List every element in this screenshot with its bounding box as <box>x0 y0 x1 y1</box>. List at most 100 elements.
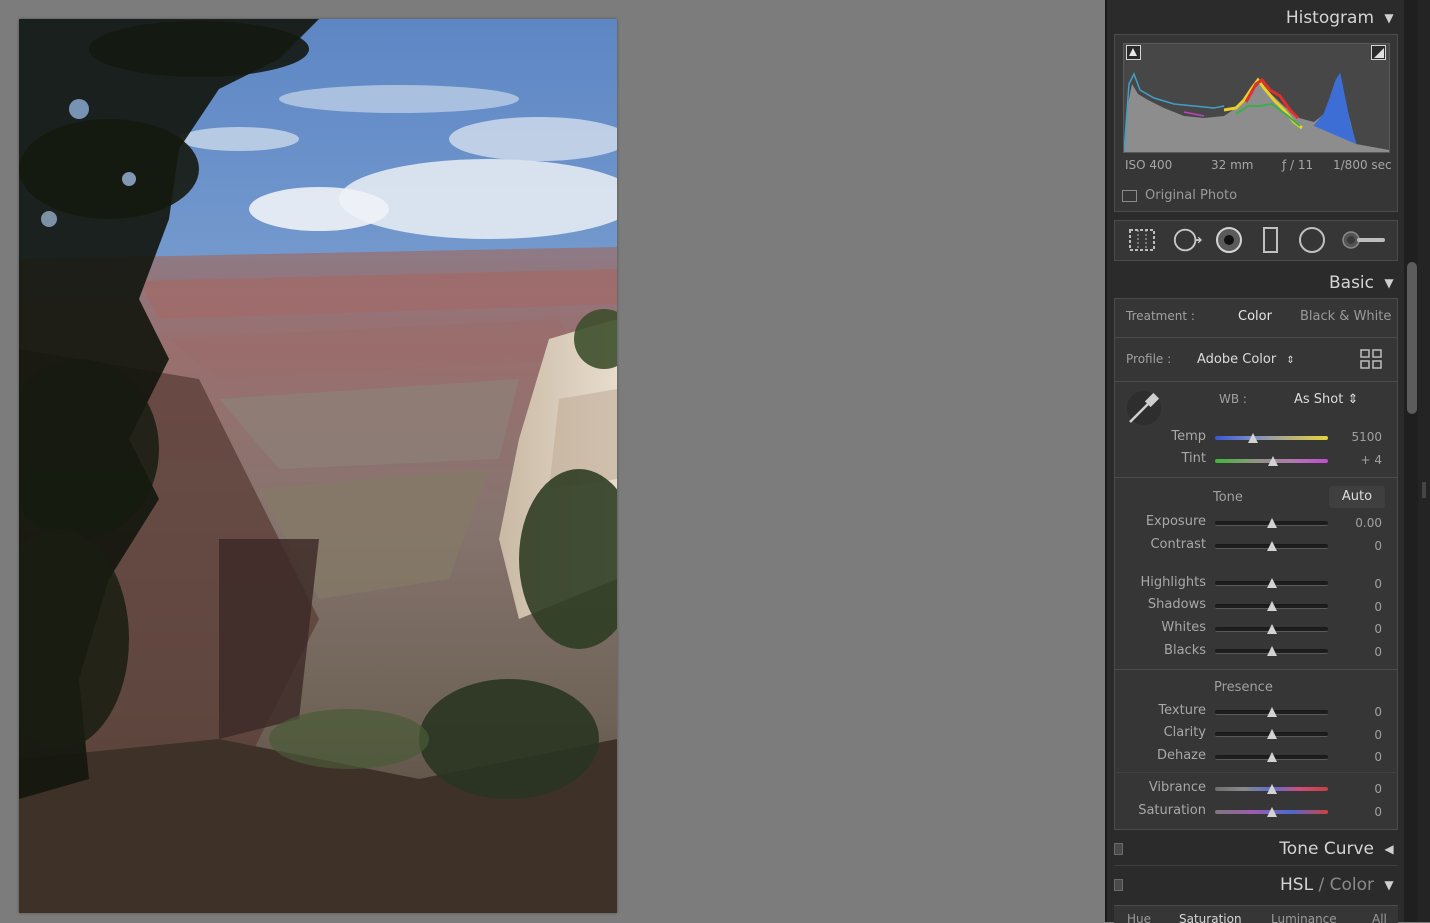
dehaze-label: Dehaze <box>1156 748 1206 763</box>
tint-slider[interactable] <box>1215 456 1328 466</box>
exif-focal-length: 32 mm <box>1211 158 1254 172</box>
collapse-triangle-icon[interactable]: ▼ <box>1383 276 1395 290</box>
histogram-graph[interactable] <box>1123 43 1390 153</box>
contrast-slider[interactable] <box>1215 541 1328 551</box>
shadows-slider-knob[interactable] <box>1266 601 1277 611</box>
panel-scrollbar-track[interactable] <box>1404 0 1418 922</box>
texture-slider-knob[interactable] <box>1266 707 1277 717</box>
temp-slider[interactable] <box>1215 433 1328 443</box>
whites-value[interactable]: 0 <box>1338 622 1382 636</box>
collapse-triangle-icon[interactable]: ▼ <box>1383 878 1395 892</box>
red-eye-tool-icon[interactable] <box>1214 225 1244 255</box>
clarity-slider-knob[interactable] <box>1266 729 1277 739</box>
exposure-value[interactable]: 0.00 <box>1338 516 1382 530</box>
original-photo-toggle[interactable]: Original Photo <box>1122 188 1237 203</box>
tone-curve-enable-switch[interactable] <box>1114 843 1123 855</box>
texture-slider[interactable] <box>1215 707 1328 717</box>
clarity-slider[interactable] <box>1215 729 1328 739</box>
shadows-label: Shadows <box>1147 597 1206 612</box>
tab-luminance[interactable]: Luminance <box>1271 912 1337 923</box>
temp-slider-knob[interactable] <box>1248 433 1259 443</box>
profile-dropdown[interactable]: Adobe Color ⇕ <box>1197 352 1295 367</box>
graduated-filter-tool-icon[interactable] <box>1255 225 1285 255</box>
collapse-triangle-icon[interactable]: ▼ <box>1383 11 1395 25</box>
contrast-slider-knob[interactable] <box>1266 541 1277 551</box>
shadows-slider[interactable] <box>1215 601 1328 611</box>
vibrance-slider[interactable] <box>1215 784 1328 794</box>
exposure-slider-knob[interactable] <box>1266 518 1277 528</box>
tint-slider-knob[interactable] <box>1267 456 1278 466</box>
profile-browser-grid-icon[interactable] <box>1360 349 1382 373</box>
clarity-value[interactable]: 0 <box>1338 728 1382 742</box>
tab-all[interactable]: All <box>1372 912 1387 923</box>
hsl-header[interactable]: HSL / Color ▼ <box>1114 870 1398 900</box>
temp-value[interactable]: 5100 <box>1338 430 1382 444</box>
basic-header[interactable]: Basic ▼ <box>1114 268 1398 298</box>
panel-scrollbar-thumb[interactable] <box>1407 262 1417 414</box>
vibrance-value[interactable]: 0 <box>1338 782 1382 796</box>
divider <box>1114 381 1398 382</box>
wb-eyedropper-icon[interactable] <box>1124 388 1164 432</box>
whites-slider-knob[interactable] <box>1266 624 1277 634</box>
original-photo-label: Original Photo <box>1145 188 1238 203</box>
contrast-value[interactable]: 0 <box>1338 539 1382 553</box>
spot-removal-tool-icon[interactable] <box>1172 225 1202 255</box>
tint-value[interactable]: + 4 <box>1338 453 1382 467</box>
auto-tone-button[interactable]: Auto <box>1329 486 1385 508</box>
saturation-slider[interactable] <box>1215 807 1328 817</box>
hsl-title-separator: / <box>1313 875 1330 895</box>
original-photo-checkbox[interactable] <box>1122 189 1137 202</box>
photo-canvas[interactable] <box>19 19 617 913</box>
histogram-title: Histogram <box>1285 8 1374 28</box>
tone-curve-header[interactable]: Tone Curve ◀ <box>1114 834 1398 864</box>
vibrance-slider-knob[interactable] <box>1266 784 1277 794</box>
highlight-clipping-toggle[interactable] <box>1371 45 1386 60</box>
dehaze-slider-knob[interactable] <box>1266 752 1277 762</box>
tone-label: Tone <box>1213 490 1243 505</box>
crop-tool-icon[interactable] <box>1127 225 1157 255</box>
dehaze-slider[interactable] <box>1215 752 1328 762</box>
highlights-slider-knob[interactable] <box>1266 578 1277 588</box>
treatment-color-option[interactable]: Color <box>1238 309 1272 324</box>
radial-filter-tool-icon[interactable] <box>1297 225 1327 255</box>
wb-dropdown[interactable]: As Shot ⇕ <box>1294 392 1358 407</box>
blacks-label: Blacks <box>1164 643 1206 658</box>
divider <box>1114 477 1398 478</box>
highlights-label: Highlights <box>1140 575 1206 590</box>
tint-label: Tint <box>1181 451 1207 466</box>
hsl-title[interactable]: HSL <box>1280 875 1313 895</box>
texture-value[interactable]: 0 <box>1338 705 1382 719</box>
divider <box>1114 669 1398 670</box>
histogram-header[interactable]: Histogram ▼ <box>1114 3 1398 33</box>
hsl-enable-switch[interactable] <box>1114 879 1123 891</box>
basic-title: Basic <box>1328 273 1374 293</box>
panel-edge-bar[interactable] <box>1418 0 1430 922</box>
divider <box>1114 865 1398 866</box>
adjustment-brush-tool-icon[interactable] <box>1340 225 1388 255</box>
expand-triangle-icon[interactable]: ◀ <box>1383 842 1395 856</box>
saturation-slider-knob[interactable] <box>1266 807 1277 817</box>
exif-aperture: ƒ / 11 <box>1282 158 1314 172</box>
grand-canyon-photo <box>19 19 617 913</box>
color-title[interactable]: Color <box>1330 875 1374 895</box>
tab-hue[interactable]: Hue <box>1127 912 1151 923</box>
histogram-curves <box>1123 72 1389 153</box>
whites-label: Whites <box>1161 620 1206 635</box>
highlights-value[interactable]: 0 <box>1338 577 1382 591</box>
dehaze-value[interactable]: 0 <box>1338 750 1382 764</box>
treatment-bw-option[interactable]: Black & White <box>1300 309 1391 324</box>
panel-collapse-handle[interactable] <box>1422 482 1426 498</box>
shadow-clipping-toggle[interactable] <box>1126 45 1141 60</box>
exif-shutter: 1/800 sec <box>1333 158 1392 172</box>
highlights-slider[interactable] <box>1215 578 1328 588</box>
blacks-slider[interactable] <box>1215 646 1328 656</box>
blacks-value[interactable]: 0 <box>1338 645 1382 659</box>
exposure-slider[interactable] <box>1215 518 1328 528</box>
profile-label: Profile : <box>1126 352 1172 366</box>
texture-label: Texture <box>1158 703 1206 718</box>
blacks-slider-knob[interactable] <box>1266 646 1277 656</box>
saturation-value[interactable]: 0 <box>1338 805 1382 819</box>
whites-slider[interactable] <box>1215 624 1328 634</box>
tab-saturation[interactable]: Saturation <box>1179 912 1242 923</box>
shadows-value[interactable]: 0 <box>1338 600 1382 614</box>
